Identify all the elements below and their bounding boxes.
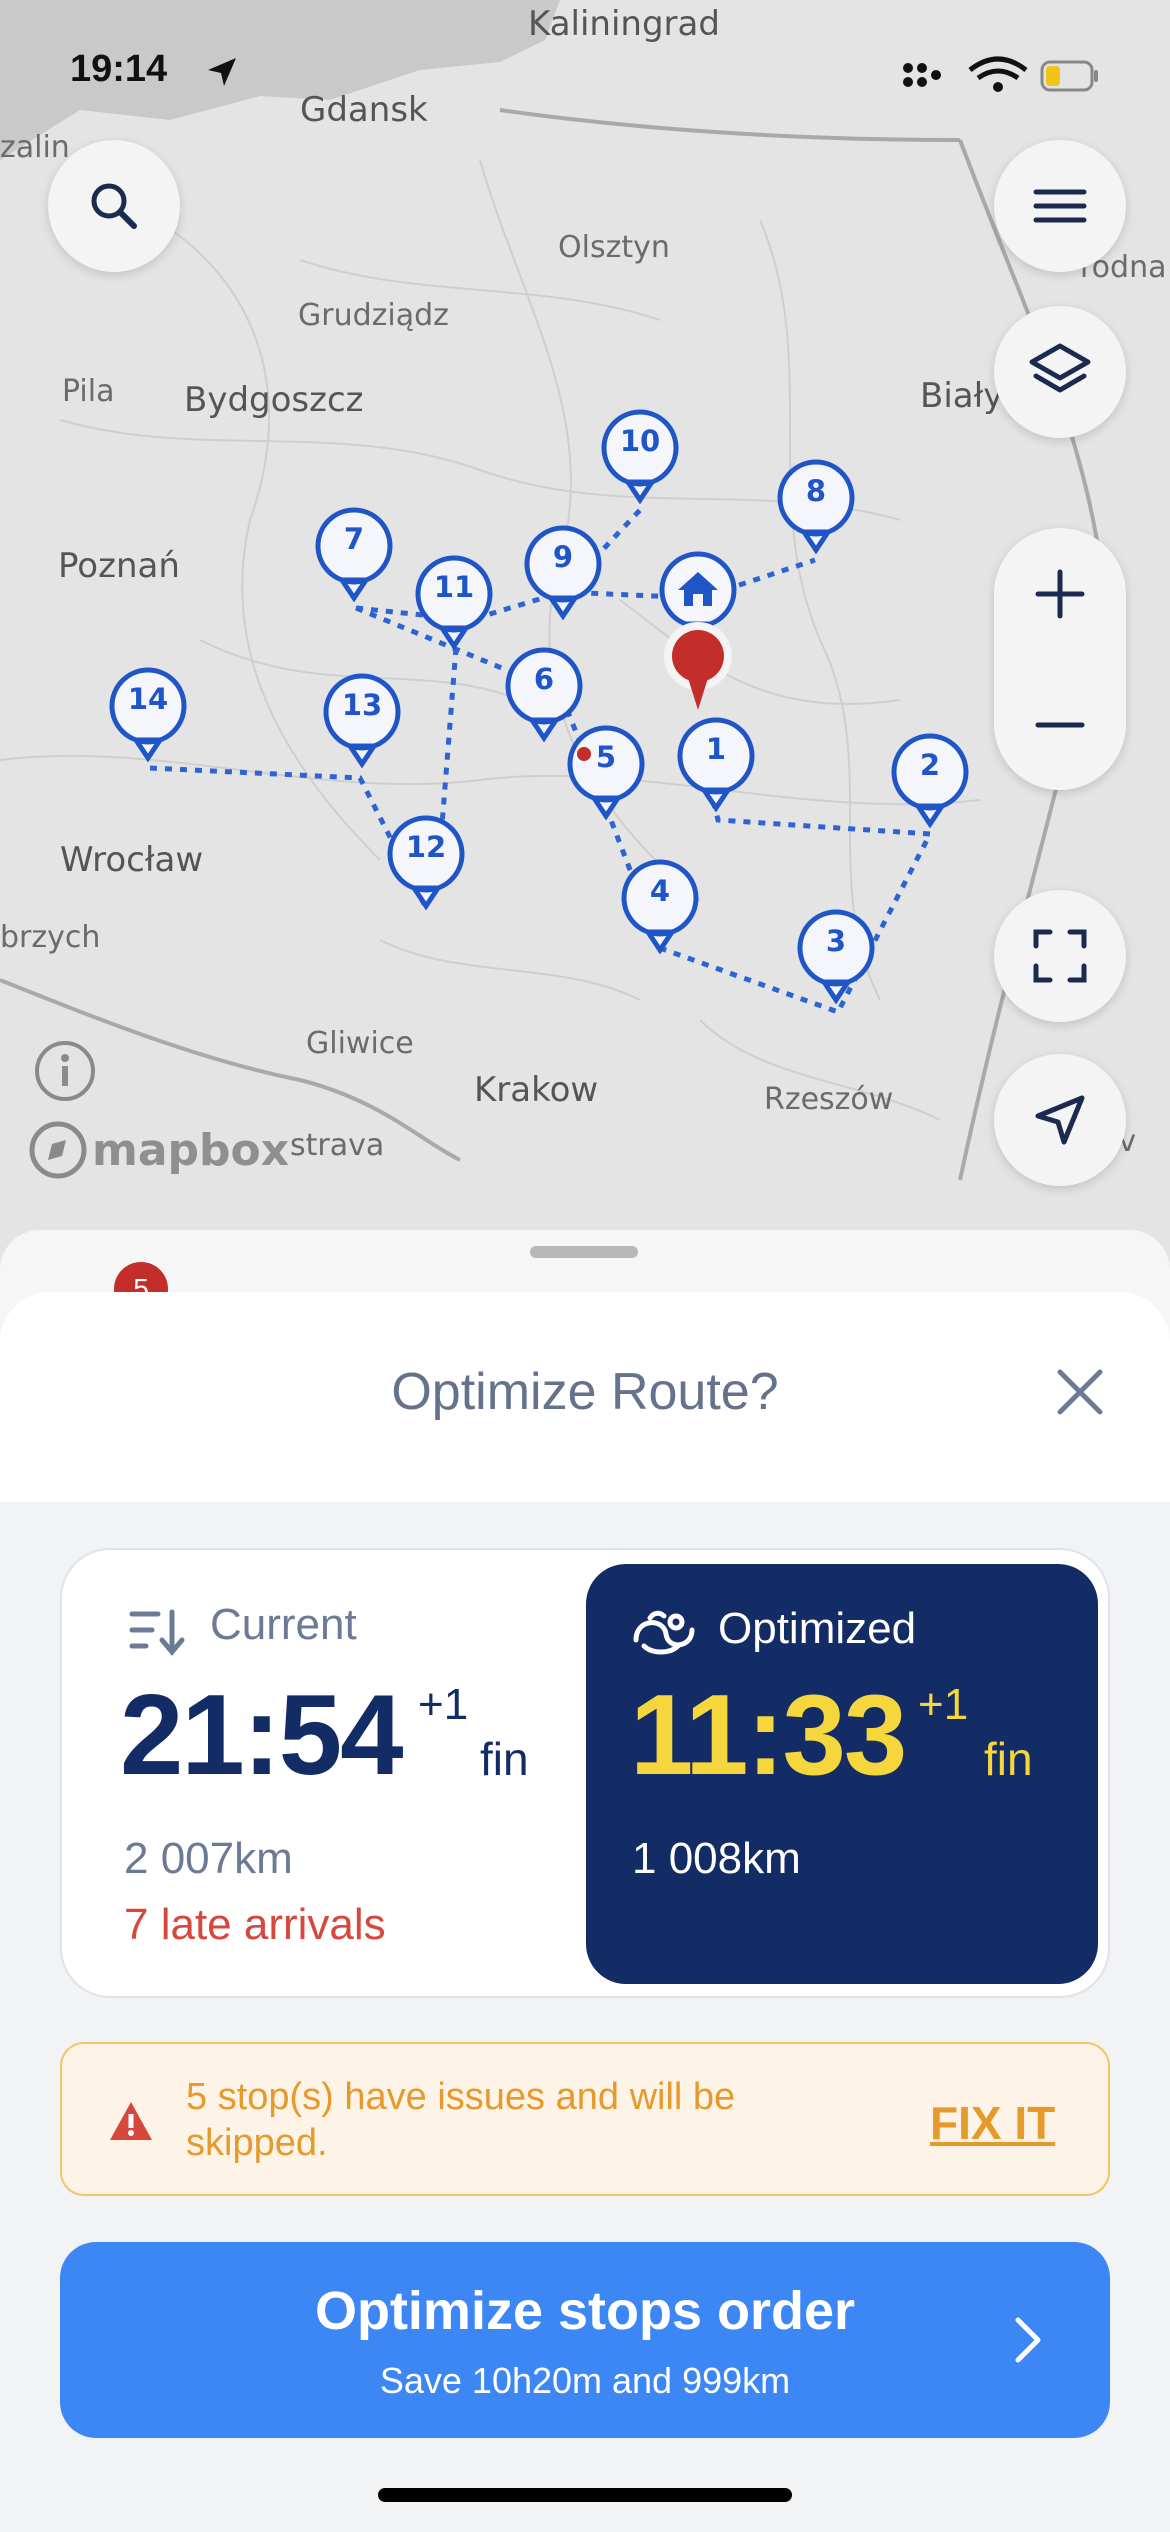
optimized-fin-label: fin (984, 1733, 1033, 1785)
stop-number: 2 (919, 748, 941, 782)
city-label: Wrocław (60, 840, 204, 880)
late-arrivals: 7 late arrivals (124, 1900, 386, 1949)
optimized-distance: 1 008km (632, 1834, 801, 1883)
zoom-out-button[interactable] (994, 659, 1126, 790)
stop-pin-11[interactable]: 11 (414, 554, 494, 650)
modal-header: Optimize Route? (0, 1292, 1170, 1502)
city-label: Rzeszów (764, 1082, 894, 1117)
locate-me-button[interactable] (994, 1054, 1126, 1186)
stop-number: 1 (705, 732, 727, 766)
optimized-finish-time: 11:33 (630, 1672, 907, 1799)
signal-icon (903, 63, 941, 87)
cta-subtitle: Save 10h20m and 999km (379, 2360, 791, 2401)
city-label: zalin (0, 130, 70, 165)
current-day-offset: +1 (418, 1680, 469, 1729)
city-label: Pila (62, 374, 115, 409)
stop-number: 5 (595, 740, 617, 774)
city-label: brzych (0, 920, 101, 955)
modal-title: Optimize Route? (391, 1363, 779, 1421)
sheet-grabber[interactable] (530, 1246, 638, 1258)
optimized-day-offset: +1 (918, 1680, 969, 1729)
zoom-in-icon (1035, 569, 1085, 618)
fullscreen-icon (1033, 929, 1087, 983)
fullscreen-button[interactable] (994, 890, 1126, 1022)
stop-pin-1[interactable]: 1 (676, 716, 756, 812)
stop-pin-4[interactable]: 4 (620, 858, 700, 954)
city-label: Biały (920, 376, 1004, 416)
city-label: Grudziądz (298, 298, 449, 333)
location-arrow-icon (208, 58, 236, 86)
wifi-icon (968, 56, 1028, 92)
stop-pin-5[interactable]: 5 (566, 724, 646, 820)
stop-number: 10 (619, 424, 661, 458)
stop-number: 11 (433, 570, 475, 604)
stop-pin-2[interactable]: 2 (890, 732, 970, 828)
layers-icon (1029, 343, 1091, 393)
city-label: Kaliningrad (528, 4, 720, 44)
city-label: Poznań (58, 546, 180, 586)
layers-button[interactable] (994, 306, 1126, 438)
stop-pin-13[interactable]: 13 (322, 672, 402, 768)
sort-icon (129, 1609, 185, 1656)
close-icon[interactable] (1048, 1360, 1112, 1424)
zoom-out-icon (1035, 722, 1085, 727)
current-fin-label: fin (480, 1733, 529, 1785)
stop-pin-14[interactable]: 14 (108, 666, 188, 762)
home-indicator[interactable] (378, 2488, 792, 2502)
status-icons (903, 56, 1098, 92)
optimize-stops-button[interactable]: Optimize stops order Save 10h20m and 999… (60, 2242, 1110, 2438)
current-finish-time: 21:54 (120, 1672, 404, 1799)
stop-pin-9[interactable]: 9 (523, 524, 603, 620)
stop-pin-12[interactable]: 12 (386, 814, 466, 910)
info-icon[interactable] (32, 1038, 98, 1104)
optimized-label: Optimized (718, 1604, 917, 1653)
fix-it-link[interactable]: FIX IT (930, 2096, 1055, 2150)
issues-banner: 5 stop(s) have issues and will be skippe… (60, 2042, 1110, 2196)
stop-pin-8[interactable]: 8 (776, 458, 856, 554)
zoom-in-button[interactable] (994, 528, 1126, 659)
battery-icon (1040, 60, 1098, 92)
stop-number: 6 (533, 662, 555, 696)
search-icon (91, 183, 137, 229)
menu-icon (1033, 189, 1087, 223)
issues-text: 5 stop(s) have issues and will be skippe… (186, 2076, 736, 2164)
zoom-control (994, 528, 1126, 790)
mapbox-wordmark: mapbox (92, 1124, 290, 1176)
cta-title: Optimize stops order (314, 2281, 856, 2341)
map-view[interactable]: Kaliningrad Gdansk zalin Olsztyn Grudzią… (0, 0, 1170, 1300)
stop-number: 7 (343, 522, 365, 556)
search-button[interactable] (48, 140, 180, 272)
city-label: Bydgoszcz (184, 380, 364, 420)
warning-icon (110, 2102, 152, 2140)
stop-pin-3[interactable]: 3 (796, 908, 876, 1004)
route-comparison-card: Current 21:54 +1 fin 2 007km 7 late arri… (60, 1548, 1110, 1998)
city-label: Krakow (474, 1070, 599, 1110)
current-location-pin (658, 618, 738, 714)
stop-number: 8 (805, 474, 827, 508)
optimize-icon (633, 1610, 695, 1655)
stop-pin-7[interactable]: 7 (314, 506, 394, 602)
current-label: Current (210, 1600, 357, 1649)
status-time: 19:14 (70, 48, 168, 90)
menu-button[interactable] (994, 140, 1126, 272)
optimize-route-modal: Optimize Route? Current 21:54 +1 fin 2 0… (0, 1292, 1170, 2532)
stop-number: 4 (649, 874, 671, 908)
stop-number: 3 (825, 924, 847, 958)
current-route-panel[interactable]: Current 21:54 +1 fin 2 007km 7 late arri… (62, 1550, 582, 2000)
stop-number: 13 (341, 688, 383, 722)
mapbox-logo: mapbox (28, 1121, 290, 1179)
stop-number: 9 (552, 540, 574, 574)
mapbox-logo-icon (29, 1121, 87, 1179)
city-label: Gdansk (300, 90, 428, 130)
stop-number: 14 (127, 682, 169, 716)
locate-icon (1035, 1095, 1085, 1145)
current-distance: 2 007km (124, 1834, 293, 1883)
chevron-right-icon (1015, 2317, 1041, 2363)
city-label: Olsztyn (558, 230, 670, 265)
optimized-route-panel[interactable]: Optimized 11:33 +1 fin 1 008km (586, 1564, 1098, 1984)
stop-pin-10[interactable]: 10 (600, 408, 680, 504)
stop-number: 12 (405, 830, 447, 864)
city-label: Gliwice (306, 1026, 414, 1061)
city-label: strava (290, 1128, 385, 1163)
